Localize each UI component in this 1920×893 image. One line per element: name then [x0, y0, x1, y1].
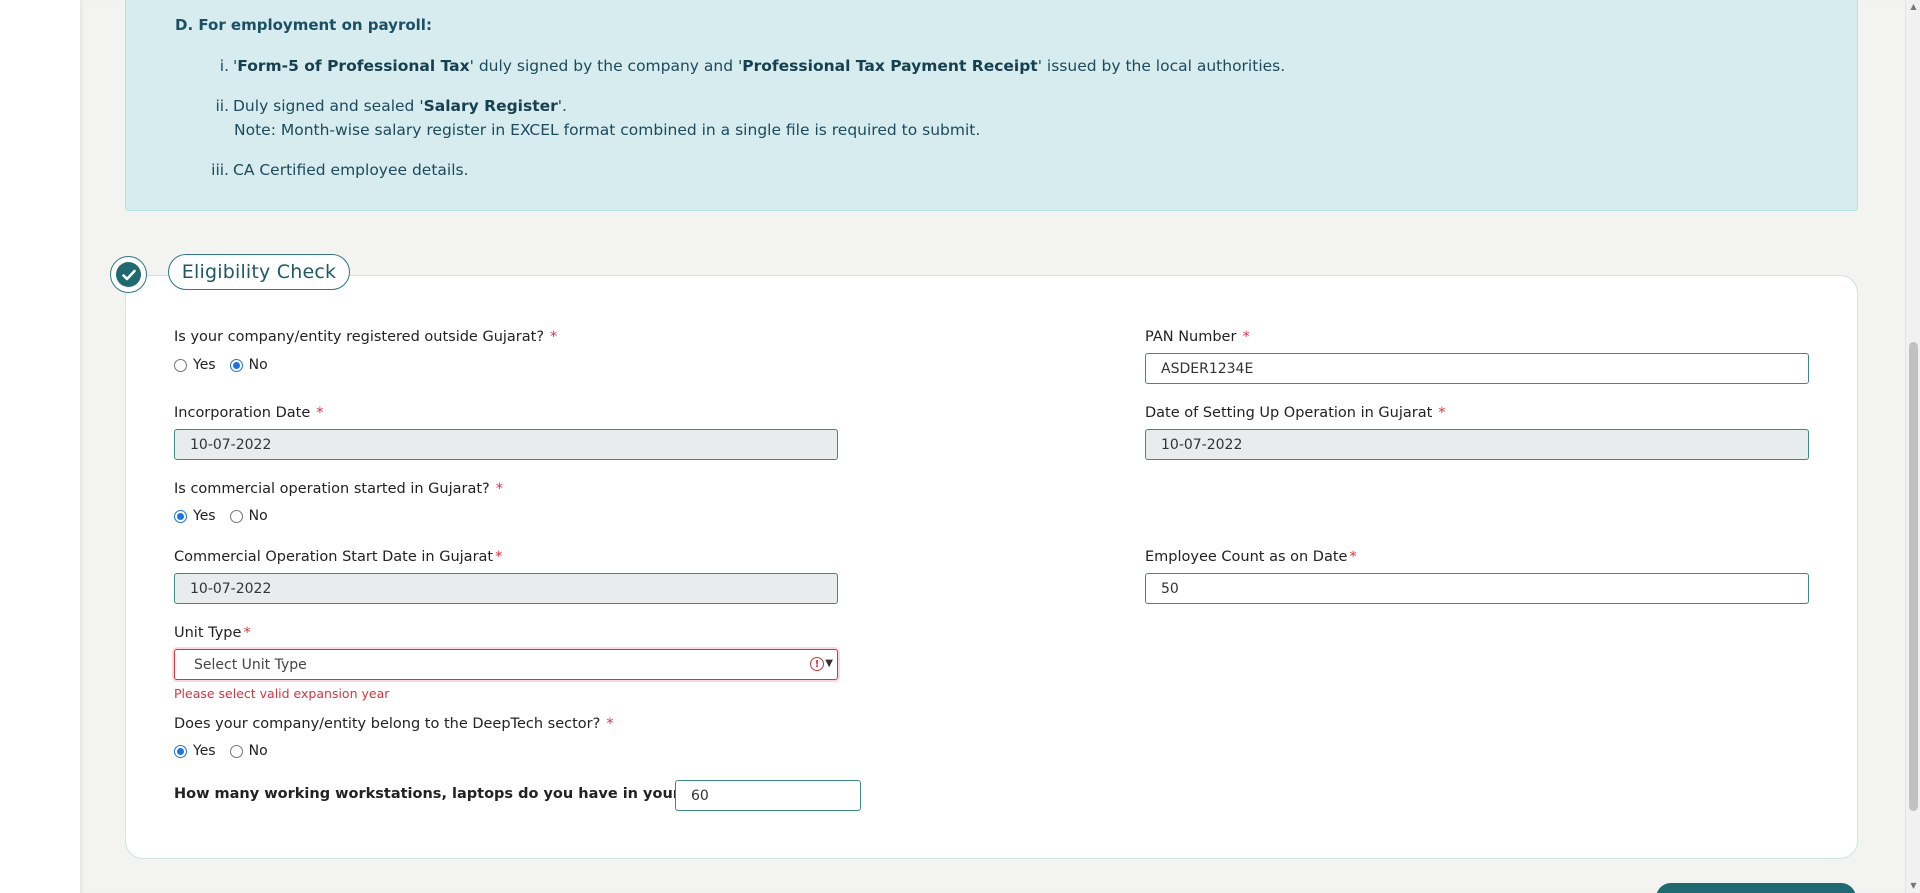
scroll-up-icon[interactable]: ▲ — [1906, 0, 1920, 14]
info-heading: D. For employment on payroll: — [175, 16, 432, 34]
incorporation-date-label: Incorporation Date * — [174, 405, 324, 421]
registered-outside-radio-group: Yes No — [174, 357, 282, 373]
commercial-start-date-field[interactable]: 10-07-2022 — [174, 573, 838, 604]
info-item-1: i. 'Form-5 of Professional Tax' duly sign… — [219, 57, 1286, 75]
unit-type-label: Unit Type * — [174, 625, 251, 641]
commercial-started-label: Is commercial operation started in Gujar… — [174, 481, 504, 497]
info-item-2-note: Note: Month-wise salary register in EXCE… — [234, 121, 981, 139]
unit-type-select[interactable]: Select Unit Type ! ▼ — [174, 649, 838, 680]
info-item-2: ii. Duly signed and sealed 'Salary Regist… — [215, 97, 567, 115]
setup-date-field[interactable]: 10-07-2022 — [1145, 429, 1809, 460]
commercial-start-date-label: Commercial Operation Start Date in Gujar… — [174, 549, 503, 565]
registered-outside-label: Is your company/entity registered outsid… — [174, 329, 558, 345]
setup-date-label: Date of Setting Up Operation in Gujarat * — [1145, 405, 1446, 421]
deeptech-no-radio[interactable]: No — [229, 743, 268, 759]
commercial-started-yes-radio[interactable]: Yes — [174, 508, 216, 524]
registered-outside-yes-radio[interactable]: Yes — [174, 357, 216, 373]
deeptech-radio-group: Yes No — [174, 743, 282, 759]
commercial-started-radio-group: Yes No — [174, 508, 282, 524]
pan-label: PAN Number * — [1145, 329, 1250, 345]
incorporation-date-field[interactable]: 10-07-2022 — [174, 429, 838, 460]
scroll-down-icon[interactable]: ▼ — [1906, 879, 1920, 893]
pan-input[interactable]: ASDER1234E — [1145, 353, 1809, 384]
employee-count-label: Employee Count as on Date * — [1145, 549, 1357, 565]
scrollbar-thumb[interactable] — [1909, 342, 1918, 811]
section-title: Eligibility Check — [168, 254, 350, 290]
error-icon: ! — [810, 657, 824, 671]
workstations-input[interactable]: 60 — [675, 780, 861, 811]
section-status-badge — [110, 256, 147, 293]
commercial-started-no-radio[interactable]: No — [229, 508, 268, 524]
unit-type-error: Please select valid expansion year — [174, 686, 390, 701]
deeptech-yes-radio[interactable]: Yes — [174, 743, 216, 759]
registered-outside-no-radio[interactable]: No — [229, 357, 268, 373]
info-item-3: iii. CA Certified employee details. — [211, 161, 469, 179]
left-gutter — [0, 0, 80, 893]
unit-type-placeholder: Select Unit Type — [194, 656, 307, 673]
deeptech-label: Does your company/entity belong to the D… — [174, 716, 614, 732]
submit-button[interactable] — [1656, 883, 1856, 893]
chevron-down-icon: ▼ — [825, 658, 833, 669]
employee-count-input[interactable]: 50 — [1145, 573, 1809, 604]
check-icon — [116, 262, 141, 287]
scrollbar[interactable]: ▲ ▼ — [1905, 0, 1920, 893]
